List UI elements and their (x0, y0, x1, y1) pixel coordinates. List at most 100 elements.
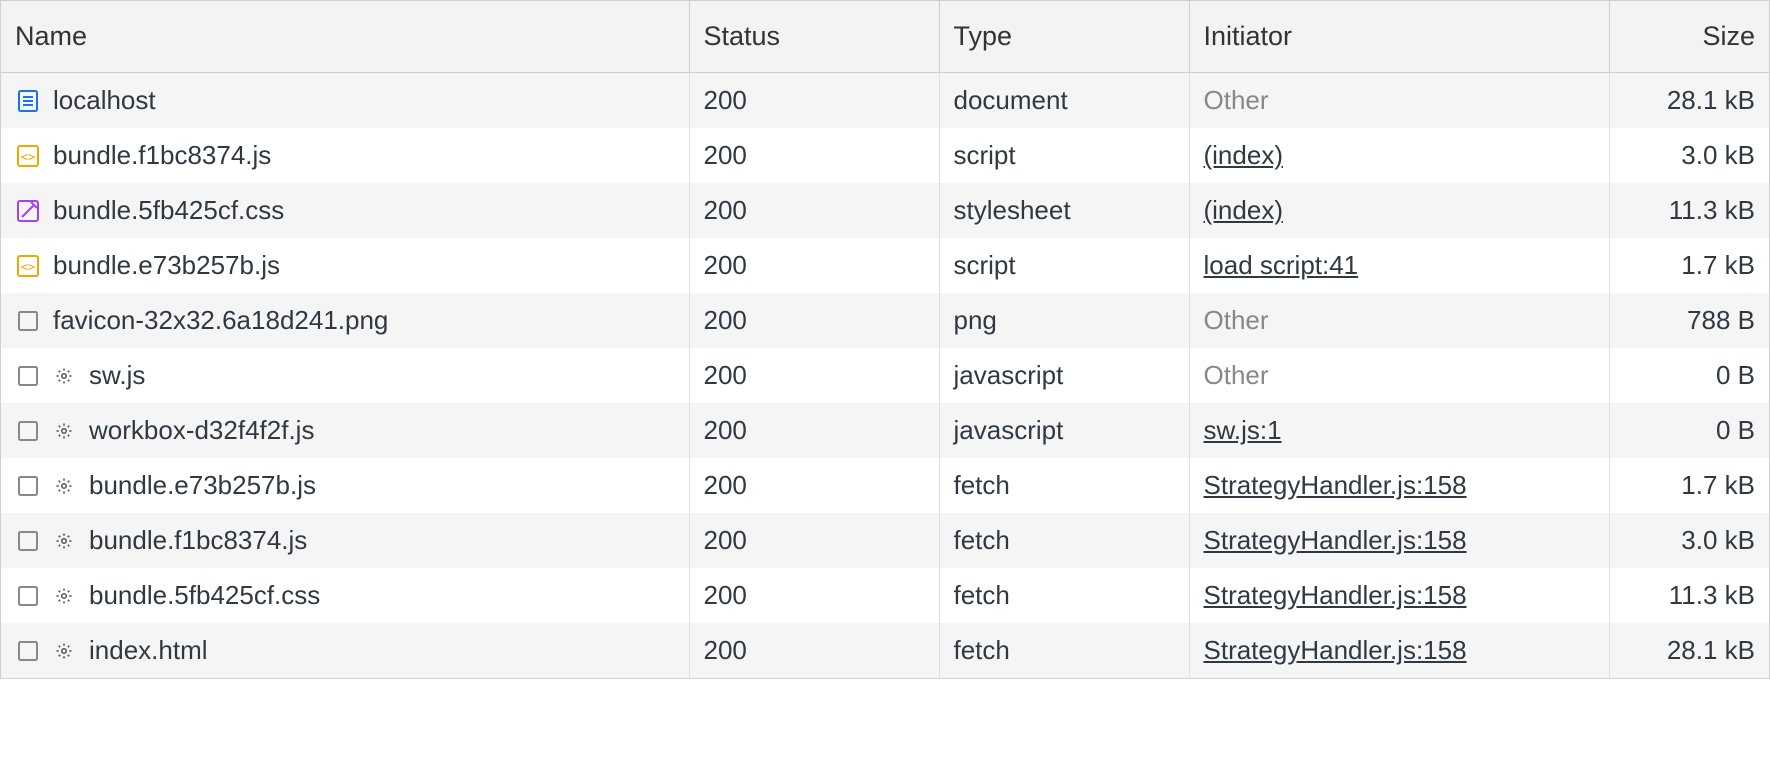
cell-status: 200 (689, 73, 939, 129)
cell-initiator: Other (1189, 293, 1609, 348)
initiator-link[interactable]: StrategyHandler.js:158 (1204, 470, 1467, 500)
cell-name[interactable]: bundle.f1bc8374.js (1, 513, 689, 568)
document-file-icon (15, 88, 41, 114)
cell-type: fetch (939, 623, 1189, 678)
initiator-link[interactable]: StrategyHandler.js:158 (1204, 525, 1467, 555)
cell-size: 11.3 kB (1609, 183, 1769, 238)
cell-type: stylesheet (939, 183, 1189, 238)
cell-type: javascript (939, 348, 1189, 403)
network-table: Name Status Type Initiator Size localhos… (1, 1, 1769, 678)
column-header-initiator[interactable]: Initiator (1189, 1, 1609, 73)
script-file-icon: <> (15, 143, 41, 169)
initiator-link[interactable]: StrategyHandler.js:158 (1204, 580, 1467, 610)
cell-initiator[interactable]: StrategyHandler.js:158 (1189, 623, 1609, 678)
service-worker-gear-icon (53, 475, 75, 497)
cell-name[interactable]: sw.js (1, 348, 689, 403)
cell-initiator[interactable]: (index) (1189, 183, 1609, 238)
cell-name[interactable]: localhost (1, 73, 689, 129)
network-row[interactable]: <> bundle.e73b257b.js 200script load script… (1, 238, 1769, 293)
request-name: bundle.e73b257b.js (89, 470, 316, 501)
network-header-row: Name Status Type Initiator Size (1, 1, 1769, 73)
cell-size: 1.7 kB (1609, 458, 1769, 513)
request-name: favicon-32x32.6a18d241.png (53, 305, 388, 336)
cell-status: 200 (689, 183, 939, 238)
cell-size: 0 B (1609, 403, 1769, 458)
cell-status: 200 (689, 513, 939, 568)
cell-name[interactable]: index.html (1, 623, 689, 678)
request-name: sw.js (89, 360, 145, 391)
network-row[interactable]: index.html200fetchStrategyHandler.js:158… (1, 623, 1769, 678)
initiator-link[interactable]: StrategyHandler.js:158 (1204, 635, 1467, 665)
cell-initiator[interactable]: StrategyHandler.js:158 (1189, 458, 1609, 513)
svg-text:<>: <> (21, 260, 35, 274)
cell-size: 3.0 kB (1609, 128, 1769, 183)
cell-initiator[interactable]: StrategyHandler.js:158 (1189, 568, 1609, 623)
column-header-name[interactable]: Name (1, 1, 689, 73)
cell-size: 3.0 kB (1609, 513, 1769, 568)
cell-status: 200 (689, 128, 939, 183)
blank-file-icon (15, 473, 41, 499)
cell-type: document (939, 73, 1189, 129)
initiator-text: Other (1204, 85, 1269, 115)
cell-initiator[interactable]: (index) (1189, 128, 1609, 183)
cell-type: javascript (939, 403, 1189, 458)
cell-size: 788 B (1609, 293, 1769, 348)
network-row[interactable]: bundle.5fb425cf.css200fetchStrategyHandl… (1, 568, 1769, 623)
cell-size: 28.1 kB (1609, 73, 1769, 129)
cell-size: 0 B (1609, 348, 1769, 403)
cell-name[interactable]: workbox-d32f4f2f.js (1, 403, 689, 458)
cell-status: 200 (689, 458, 939, 513)
cell-type: fetch (939, 513, 1189, 568)
cell-name[interactable]: favicon-32x32.6a18d241.png (1, 293, 689, 348)
network-panel: Name Status Type Initiator Size localhos… (0, 0, 1770, 679)
cell-size: 11.3 kB (1609, 568, 1769, 623)
network-row[interactable]: workbox-d32f4f2f.js200javascriptsw.js:10… (1, 403, 1769, 458)
initiator-link[interactable]: load script:41 (1204, 250, 1359, 280)
network-row[interactable]: favicon-32x32.6a18d241.png 200pngOther788… (1, 293, 1769, 348)
cell-status: 200 (689, 348, 939, 403)
cell-status: 200 (689, 293, 939, 348)
blank-file-icon (15, 638, 41, 664)
cell-initiator: Other (1189, 348, 1609, 403)
initiator-link[interactable]: (index) (1204, 195, 1283, 225)
cell-type: fetch (939, 458, 1189, 513)
request-name: bundle.5fb425cf.css (89, 580, 320, 611)
cell-status: 200 (689, 568, 939, 623)
column-header-status[interactable]: Status (689, 1, 939, 73)
request-name: workbox-d32f4f2f.js (89, 415, 314, 446)
cell-name[interactable]: bundle.5fb425cf.css (1, 568, 689, 623)
blank-file-icon (15, 583, 41, 609)
cell-type: png (939, 293, 1189, 348)
network-row[interactable]: bundle.f1bc8374.js 200fetch StrategyHandle… (1, 513, 1769, 568)
cell-name[interactable]: bundle.e73b257b.js (1, 458, 689, 513)
cell-type: script (939, 238, 1189, 293)
svg-text:<>: <> (21, 150, 35, 164)
cell-name[interactable]: <> bundle.e73b257b.js (1, 238, 689, 293)
network-row[interactable]: bundle.e73b257b.js 200fetch StrategyHandle… (1, 458, 1769, 513)
cell-name[interactable]: bundle.5fb425cf.css (1, 183, 689, 238)
service-worker-gear-icon (53, 585, 75, 607)
cell-initiator[interactable]: StrategyHandler.js:158 (1189, 513, 1609, 568)
initiator-text: Other (1204, 360, 1269, 390)
request-name: bundle.e73b257b.js (53, 250, 280, 281)
blank-file-icon (15, 418, 41, 444)
initiator-link[interactable]: (index) (1204, 140, 1283, 170)
column-header-type[interactable]: Type (939, 1, 1189, 73)
column-header-size[interactable]: Size (1609, 1, 1769, 73)
request-name: bundle.f1bc8374.js (53, 140, 271, 171)
cell-initiator[interactable]: load script:41 (1189, 238, 1609, 293)
cell-initiator[interactable]: sw.js:1 (1189, 403, 1609, 458)
cell-size: 1.7 kB (1609, 238, 1769, 293)
blank-file-icon (15, 528, 41, 554)
network-row[interactable]: sw.js 200javascript Other 0 B (1, 348, 1769, 403)
network-row[interactable]: bundle.5fb425cf.css200stylesheet (index) 1… (1, 183, 1769, 238)
network-row[interactable]: <>bundle.f1bc8374.js200script(index)3.0 … (1, 128, 1769, 183)
cell-name[interactable]: <> bundle.f1bc8374.js (1, 128, 689, 183)
service-worker-gear-icon (53, 530, 75, 552)
cell-status: 200 (689, 238, 939, 293)
request-name: bundle.f1bc8374.js (89, 525, 307, 556)
service-worker-gear-icon (53, 420, 75, 442)
css-file-icon (15, 198, 41, 224)
network-row[interactable]: localhost200document Other 28.1 kB (1, 73, 1769, 129)
initiator-link[interactable]: sw.js:1 (1204, 415, 1282, 445)
